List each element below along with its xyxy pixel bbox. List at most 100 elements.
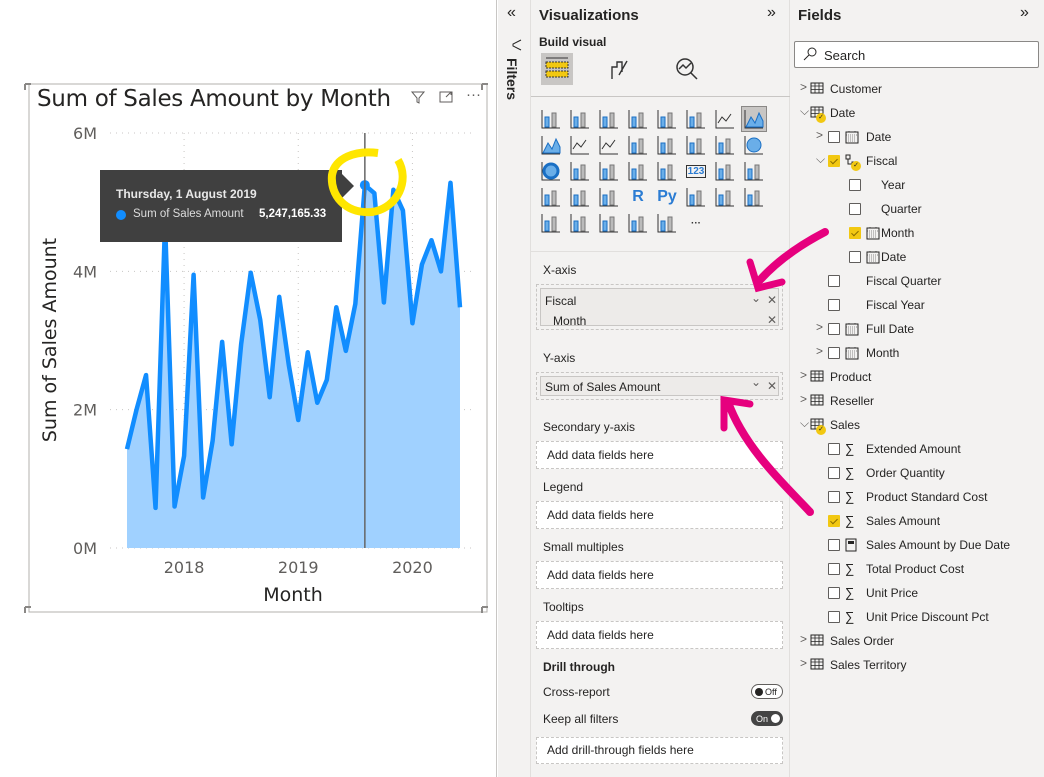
keep-filters-toggle[interactable]: On	[751, 711, 783, 726]
chevron-right-icon[interactable]: >	[800, 632, 807, 646]
x-axis-well[interactable]: Fiscal Month ⌄ ✕ ✕	[536, 284, 783, 330]
field-item-month[interactable]: > Month	[790, 341, 1044, 365]
tab-format-visual[interactable]	[607, 55, 635, 88]
field-checkbox[interactable]	[828, 443, 840, 455]
chevron-down-icon[interactable]: ⌄	[751, 375, 761, 389]
visual-type-more[interactable]: ···	[684, 211, 708, 235]
field-item-date[interactable]: > Date	[790, 125, 1044, 149]
field-item-fiscal-year[interactable]: Fiscal Year	[790, 293, 1044, 317]
well-drop-zone[interactable]: Add data fields here	[536, 561, 783, 589]
visual-type-power-apps[interactable]	[626, 211, 650, 235]
visual-type-smart-narrative[interactable]	[568, 211, 592, 235]
field-item-full-date[interactable]: > Full Date	[790, 317, 1044, 341]
field-checkbox[interactable]	[828, 131, 840, 143]
field-table-reseller[interactable]: > Reseller	[790, 389, 1044, 413]
search-input[interactable]: Search	[794, 41, 1039, 68]
cross-report-toggle[interactable]: Off	[751, 684, 783, 699]
visual-type-scatter[interactable]	[713, 133, 737, 157]
collapse-left-icon[interactable]: «	[507, 4, 516, 22]
field-item-total-product-cost[interactable]: ∑ Total Product Cost	[790, 557, 1044, 581]
field-checkbox[interactable]	[828, 323, 840, 335]
visual-type-100-stacked-bar[interactable]	[655, 107, 679, 131]
chevron-down-icon[interactable]: ⌄	[751, 291, 761, 305]
visual-type-clustered-column[interactable]	[626, 107, 650, 131]
well-drop-zone[interactable]: Add data fields here	[536, 501, 783, 529]
visual-type-map[interactable]	[597, 159, 621, 183]
visual-type-qa[interactable]	[742, 185, 766, 209]
field-checkbox[interactable]	[828, 347, 840, 359]
visual-type-python-visual[interactable]: Py	[655, 185, 679, 209]
chevron-right-icon[interactable]: >	[800, 656, 807, 670]
field-item-month[interactable]: Month	[790, 221, 1044, 245]
y-axis-well[interactable]: Sum of Sales Amount ⌄ ✕	[536, 372, 783, 400]
visual-type-filled-map[interactable]	[626, 159, 650, 183]
field-table-customer[interactable]: > Customer	[790, 77, 1044, 101]
chevron-down-icon[interactable]: ⌵	[816, 152, 825, 167]
focus-mode-icon[interactable]	[438, 89, 454, 109]
visual-type-card[interactable]: 123	[684, 159, 708, 183]
field-table-sales-order[interactable]: > Sales Order	[790, 629, 1044, 653]
visual-type-matrix[interactable]	[597, 185, 621, 209]
visual-type-arcgis-map[interactable]	[597, 211, 621, 235]
chevron-right-icon[interactable]: >	[800, 392, 807, 406]
visual-type-table[interactable]	[568, 185, 592, 209]
visual-type-treemap[interactable]	[568, 159, 592, 183]
visual-type-r-visual[interactable]: R	[626, 185, 650, 209]
visual-type-key-influencers[interactable]	[684, 185, 708, 209]
y-axis-field-pill[interactable]: Sum of Sales Amount ⌄ ✕	[540, 375, 779, 396]
field-checkbox[interactable]	[828, 155, 840, 167]
visual-type-power-automate[interactable]	[655, 211, 679, 235]
visual-type-donut[interactable]	[539, 159, 563, 183]
field-item-unit-price-discount-pct[interactable]: ∑ Unit Price Discount Pct	[790, 605, 1044, 629]
x-axis-field-pill[interactable]: Fiscal Month ⌄ ✕ ✕	[540, 288, 779, 328]
remove-field-icon[interactable]: ✕	[767, 379, 777, 393]
more-options-icon[interactable]: ···	[466, 86, 481, 103]
visual-type-stacked-bar[interactable]	[539, 107, 563, 131]
filters-pane-collapsed[interactable]: « Filters	[498, 0, 531, 777]
tab-analytics[interactable]	[673, 55, 701, 88]
resize-handle[interactable]	[24, 83, 31, 90]
remove-field-icon[interactable]: ✕	[767, 293, 777, 307]
chevron-right-icon[interactable]: >	[816, 344, 823, 358]
field-checkbox[interactable]	[849, 179, 861, 191]
field-checkbox[interactable]	[828, 563, 840, 575]
field-table-product[interactable]: > Product	[790, 365, 1044, 389]
visual-type-gauge[interactable]	[655, 159, 679, 183]
field-checkbox[interactable]	[828, 467, 840, 479]
field-item-fiscal-quarter[interactable]: Fiscal Quarter	[790, 269, 1044, 293]
field-checkbox[interactable]	[828, 491, 840, 503]
field-item-year[interactable]: Year	[790, 173, 1044, 197]
visual-type-pie[interactable]	[742, 133, 766, 157]
well-drop-zone[interactable]: Add data fields here	[536, 621, 783, 649]
field-item-order-quantity[interactable]: ∑ Order Quantity	[790, 461, 1044, 485]
visual-type-line-stacked-column[interactable]	[568, 133, 592, 157]
chevron-right-icon[interactable]: >	[800, 80, 807, 94]
field-item-unit-price[interactable]: ∑ Unit Price	[790, 581, 1044, 605]
visual-type-line[interactable]	[713, 107, 737, 131]
chevron-right-icon[interactable]: >	[816, 320, 823, 334]
expand-icon[interactable]: »	[767, 4, 776, 22]
visual-type-decomposition-tree[interactable]	[713, 185, 737, 209]
field-item-sales-amount-by-due-date[interactable]: Sales Amount by Due Date	[790, 533, 1044, 557]
field-item-sales-amount[interactable]: ∑ Sales Amount	[790, 509, 1044, 533]
field-table-sales-territory[interactable]: > Sales Territory	[790, 653, 1044, 677]
field-item-product-standard-cost[interactable]: ∑ Product Standard Cost	[790, 485, 1044, 509]
chevron-down-icon[interactable]: ⌵	[800, 104, 809, 119]
visual-type-ribbon[interactable]	[626, 133, 650, 157]
visual-type-100-stacked-column[interactable]	[684, 107, 708, 131]
visual-type-area[interactable]	[741, 106, 767, 132]
field-checkbox[interactable]	[828, 539, 840, 551]
field-checkbox[interactable]	[828, 299, 840, 311]
well-drop-zone[interactable]: Add data fields here	[536, 441, 783, 469]
visual-type-waterfall[interactable]	[655, 133, 679, 157]
remove-subfield-icon[interactable]: ✕	[767, 313, 777, 327]
field-checkbox[interactable]	[849, 227, 861, 239]
field-checkbox[interactable]	[828, 275, 840, 287]
tab-build-visual[interactable]	[541, 53, 573, 85]
field-item-fiscal[interactable]: ⌵ ✓ Fiscal	[790, 149, 1044, 173]
visual-type-paginated-report[interactable]	[539, 211, 563, 235]
visual-type-funnel[interactable]	[684, 133, 708, 157]
visual-type-kpi[interactable]	[742, 159, 766, 183]
chevron-right-icon[interactable]: >	[800, 368, 807, 382]
visual-type-line-clustered-column[interactable]	[597, 133, 621, 157]
